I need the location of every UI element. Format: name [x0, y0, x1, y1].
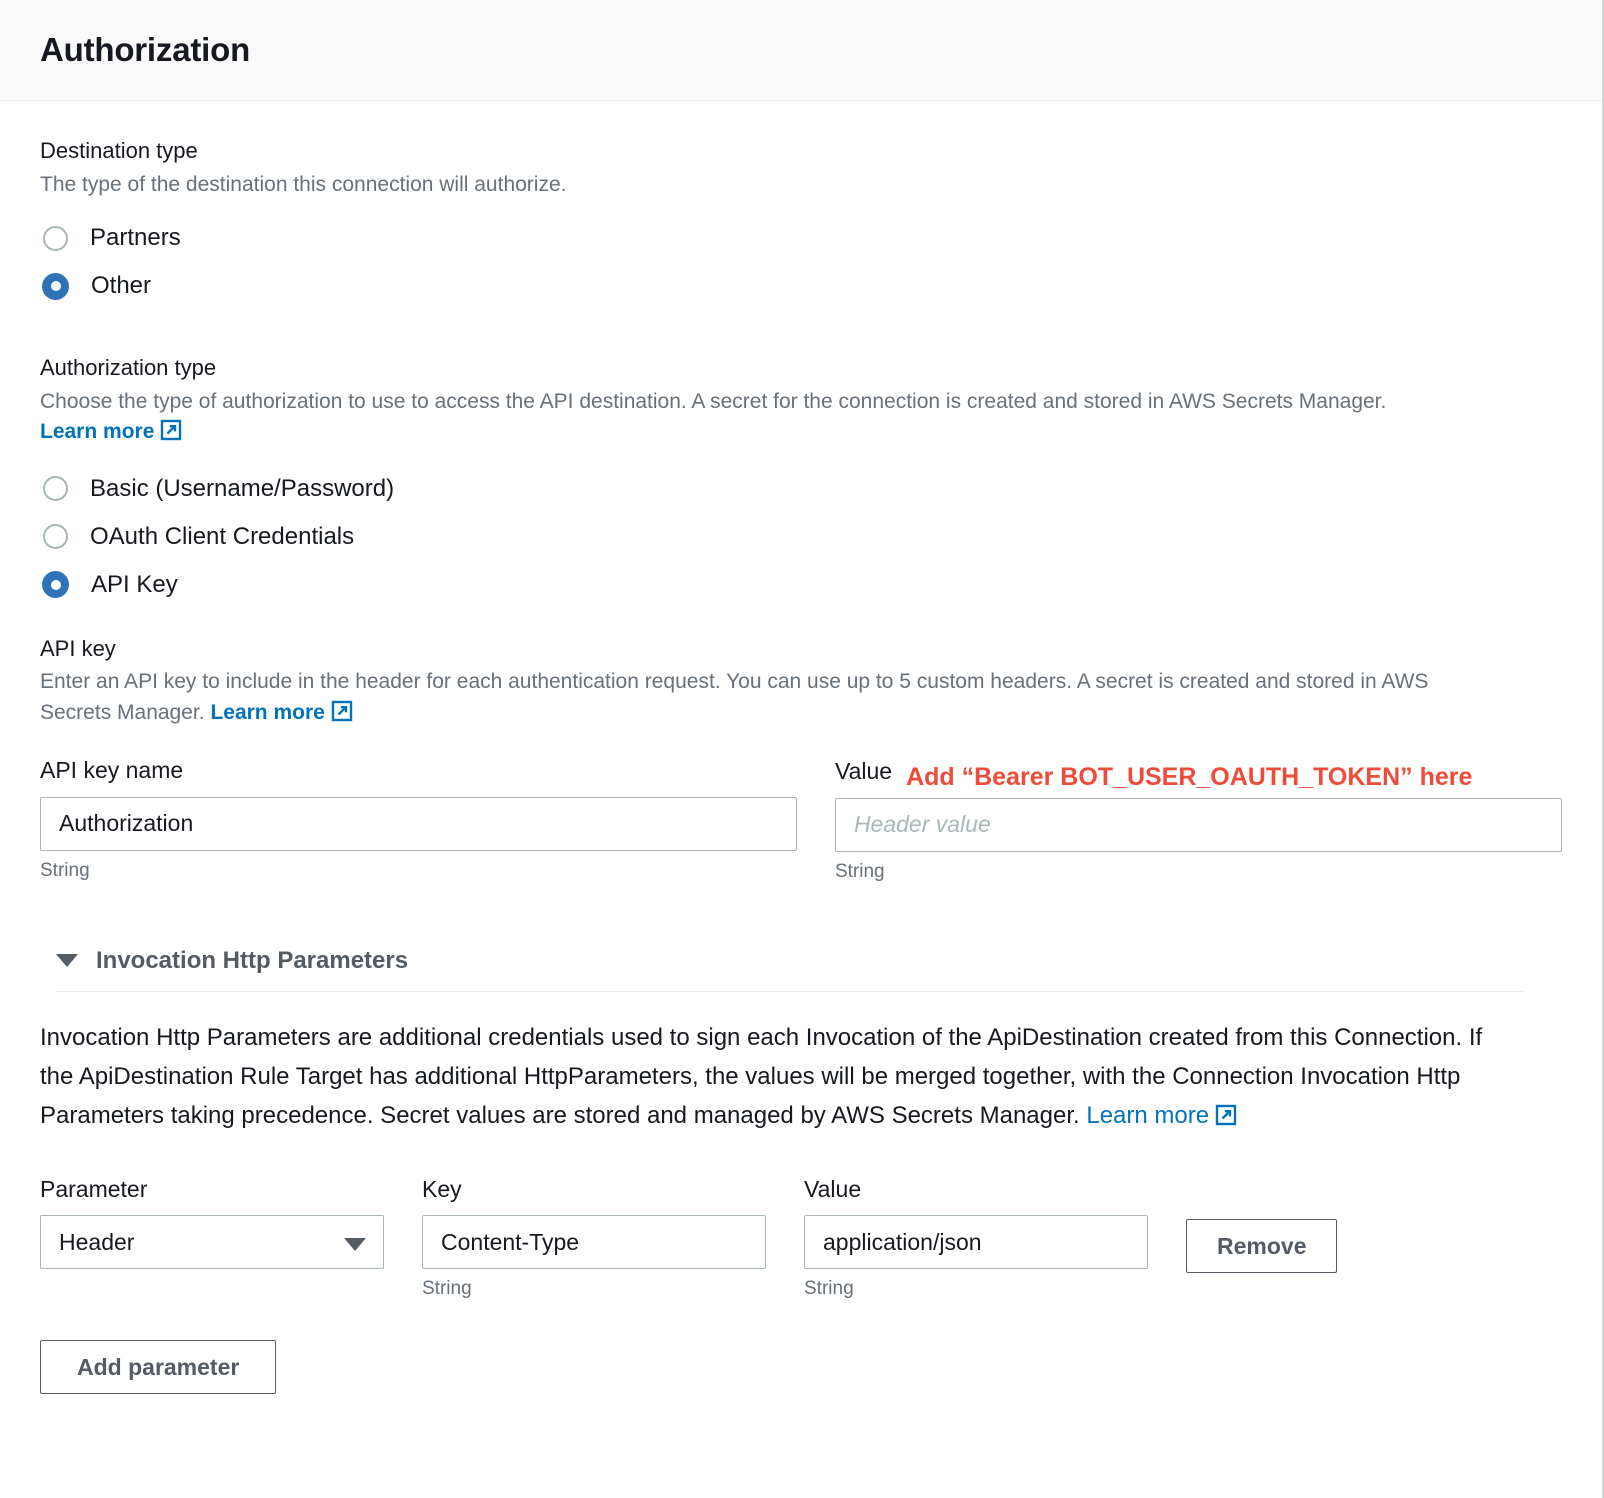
api-key-value-label-wrap: Value Add “Bearer BOT_USER_OAUTH_TOKEN” …	[834, 757, 1562, 791]
api-key-value-hint: String	[834, 860, 885, 882]
radio-label-partners: Partners	[90, 224, 181, 252]
authorization-type-field: Authorization type Choose the type of au…	[40, 354, 1562, 608]
parameter-type-select-wrap: Header	[40, 1215, 384, 1270]
authorization-type-label: Authorization type	[40, 355, 217, 381]
radio-option-partners[interactable]: Partners	[40, 214, 1562, 262]
value-column: Value String	[804, 1176, 1148, 1300]
parameter-column-header: Parameter	[40, 1176, 148, 1203]
invocation-learn-more-link[interactable]: Learn more	[1086, 1102, 1237, 1129]
destination-type-field: Destination type The type of the destina…	[40, 137, 1562, 310]
api-key-value-input[interactable]	[834, 797, 1562, 852]
row-action-column: Remove	[1186, 1176, 1338, 1274]
radio-label-other: Other	[91, 272, 152, 300]
radio-label-api-key: API Key	[91, 570, 178, 598]
radio-icon-other-selected[interactable]	[42, 272, 69, 300]
api-key-inputs-row: API key name String Value Add “Bearer BO…	[40, 757, 1562, 883]
api-key-description: Enter an API key to include in the heade…	[40, 667, 1495, 731]
invocation-http-parameters-section: Invocation Http Parameters Invocation Ht…	[40, 947, 1562, 1395]
external-link-icon	[331, 700, 353, 731]
page-title: Authorization	[40, 31, 251, 68]
radio-icon-basic[interactable]	[43, 476, 68, 501]
learn-more-text: Learn more	[210, 700, 325, 724]
parameter-key-hint: String	[422, 1278, 472, 1300]
api-key-label: API key	[40, 635, 116, 661]
chevron-down-icon[interactable]	[56, 954, 78, 968]
radio-option-other[interactable]: Other	[40, 262, 1562, 310]
radio-option-api-key[interactable]: API Key	[40, 561, 1562, 609]
authorization-type-description: Choose the type of authorization to use …	[40, 387, 1495, 451]
external-link-icon	[1215, 1099, 1237, 1138]
parameter-key-input[interactable]	[422, 1215, 766, 1270]
api-key-name-label: API key name	[40, 756, 184, 783]
radio-label-oauth: OAuth Client Credentials	[90, 522, 355, 550]
parameter-column: Parameter Header	[40, 1176, 384, 1270]
annotation-bearer-token: Add “Bearer BOT_USER_OAUTH_TOKEN” here	[906, 762, 1473, 791]
authorization-card: Authorization Destination type The type …	[0, 0, 1604, 1498]
radio-icon-oauth[interactable]	[43, 524, 68, 549]
destination-type-label: Destination type	[40, 138, 198, 163]
value-column-header: Value	[804, 1176, 862, 1203]
parameter-type-select[interactable]: Header	[40, 1215, 384, 1270]
learn-more-text: Learn more	[1086, 1102, 1210, 1130]
card-header: Authorization	[0, 0, 1602, 101]
api-key-value-label: Value	[834, 757, 893, 784]
invocation-http-parameters-toggle[interactable]: Invocation Http Parameters	[40, 947, 1562, 975]
learn-more-text: Learn more	[40, 420, 155, 444]
radio-icon-partners[interactable]	[43, 225, 68, 251]
destination-type-radio-group: Partners Other	[40, 214, 1562, 310]
external-link-icon	[160, 419, 182, 450]
invocation-description-text: Invocation Http Parameters are additiona…	[40, 1023, 1483, 1130]
parameter-value-hint: String	[804, 1278, 854, 1300]
radio-icon-api-key-selected[interactable]	[42, 571, 69, 598]
api-key-name-input[interactable]	[40, 796, 797, 851]
radio-option-oauth[interactable]: OAuth Client Credentials	[40, 513, 1562, 561]
add-parameter-wrap: Add parameter	[40, 1340, 1562, 1395]
api-key-name-column: API key name String	[40, 757, 797, 883]
card-body: Destination type The type of the destina…	[0, 101, 1602, 1395]
api-key-name-hint: String	[40, 859, 90, 881]
api-key-value-column: Value Add “Bearer BOT_USER_OAUTH_TOKEN” …	[834, 757, 1562, 883]
invocation-http-parameters-title: Invocation Http Parameters	[96, 946, 409, 974]
authorization-type-description-text: Choose the type of authorization to use …	[40, 389, 1387, 413]
destination-type-description: The type of the destination this connect…	[40, 172, 567, 196]
key-column-header: Key	[422, 1176, 462, 1203]
radio-label-basic: Basic (Username/Password)	[90, 474, 395, 502]
table-row: Parameter Header Key String Value	[40, 1176, 1562, 1300]
radio-option-basic[interactable]: Basic (Username/Password)	[40, 465, 1562, 513]
api-key-learn-more-link[interactable]: Learn more	[210, 700, 353, 724]
api-key-field: API key Enter an API key to include in t…	[40, 635, 1562, 883]
add-parameter-button[interactable]: Add parameter	[40, 1340, 277, 1395]
invocation-http-parameters-body: Invocation Http Parameters are additiona…	[40, 992, 1562, 1395]
invocation-http-parameters-description: Invocation Http Parameters are additiona…	[40, 1018, 1510, 1138]
key-column: Key String	[422, 1176, 766, 1300]
authorization-type-radio-group: Basic (Username/Password) OAuth Client C…	[40, 465, 1562, 609]
remove-parameter-button[interactable]: Remove	[1186, 1219, 1338, 1274]
parameter-value-input[interactable]	[804, 1215, 1148, 1270]
authorization-type-learn-more-link[interactable]: Learn more	[40, 419, 182, 444]
